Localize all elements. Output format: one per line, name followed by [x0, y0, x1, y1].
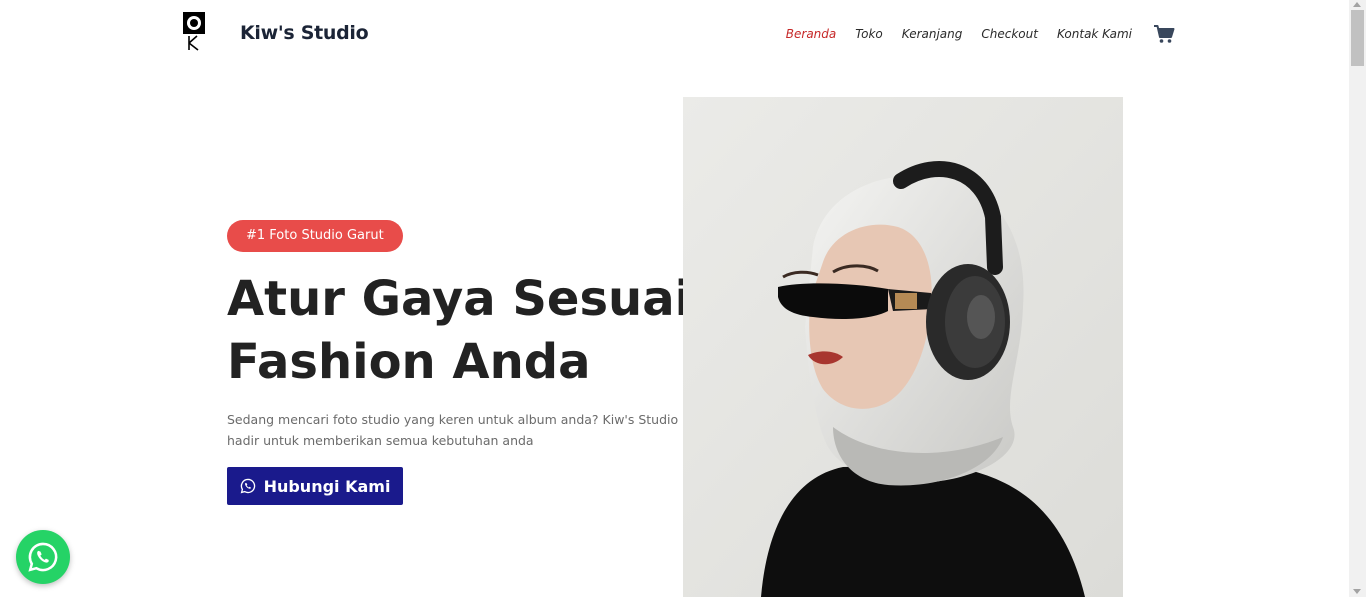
hero-headline: Atur Gaya Sesuai Fashion Anda	[227, 268, 697, 394]
hubungi-kami-button[interactable]: Hubungi Kami	[227, 467, 403, 505]
brand-name[interactable]: Kiw's Studio	[240, 22, 369, 44]
hero-headline-line-1: Atur Gaya Sesuai	[227, 271, 692, 327]
whatsapp-floating-button[interactable]	[16, 530, 70, 584]
site-header: Kiw's Studio Beranda Toko Keranjang Chec…	[0, 0, 1349, 66]
hero-model-illustration	[683, 97, 1123, 597]
shopping-cart-icon[interactable]	[1153, 24, 1175, 44]
whatsapp-icon	[28, 542, 58, 572]
hero-headline-line-2: Fashion Anda	[227, 334, 591, 390]
whatsapp-icon	[240, 478, 255, 494]
main-nav: Beranda Toko Keranjang Checkout Kontak K…	[767, 24, 1175, 44]
hero-badge: #1 Foto Studio Garut	[227, 220, 403, 252]
hero-model-photo	[683, 97, 1123, 597]
page-scrollbar[interactable]	[1349, 0, 1366, 597]
hubungi-kami-label: Hubungi Kami	[263, 476, 391, 496]
nav-item-keranjang[interactable]: Keranjang	[902, 27, 963, 41]
scrollbar-thumb[interactable]	[1351, 10, 1364, 66]
nav-item-kontak-kami[interactable]: Kontak Kami	[1057, 27, 1132, 41]
scroll-up-arrow-icon[interactable]	[1353, 2, 1361, 7]
nav-item-toko[interactable]: Toko	[855, 27, 882, 41]
nav-item-beranda[interactable]: Beranda	[786, 27, 836, 41]
nav-item-checkout[interactable]: Checkout	[981, 27, 1038, 41]
scroll-down-arrow-icon[interactable]	[1353, 589, 1361, 594]
hero-description: Sedang mencari foto studio yang keren un…	[227, 412, 679, 448]
brand-logo-icon[interactable]	[181, 12, 207, 52]
